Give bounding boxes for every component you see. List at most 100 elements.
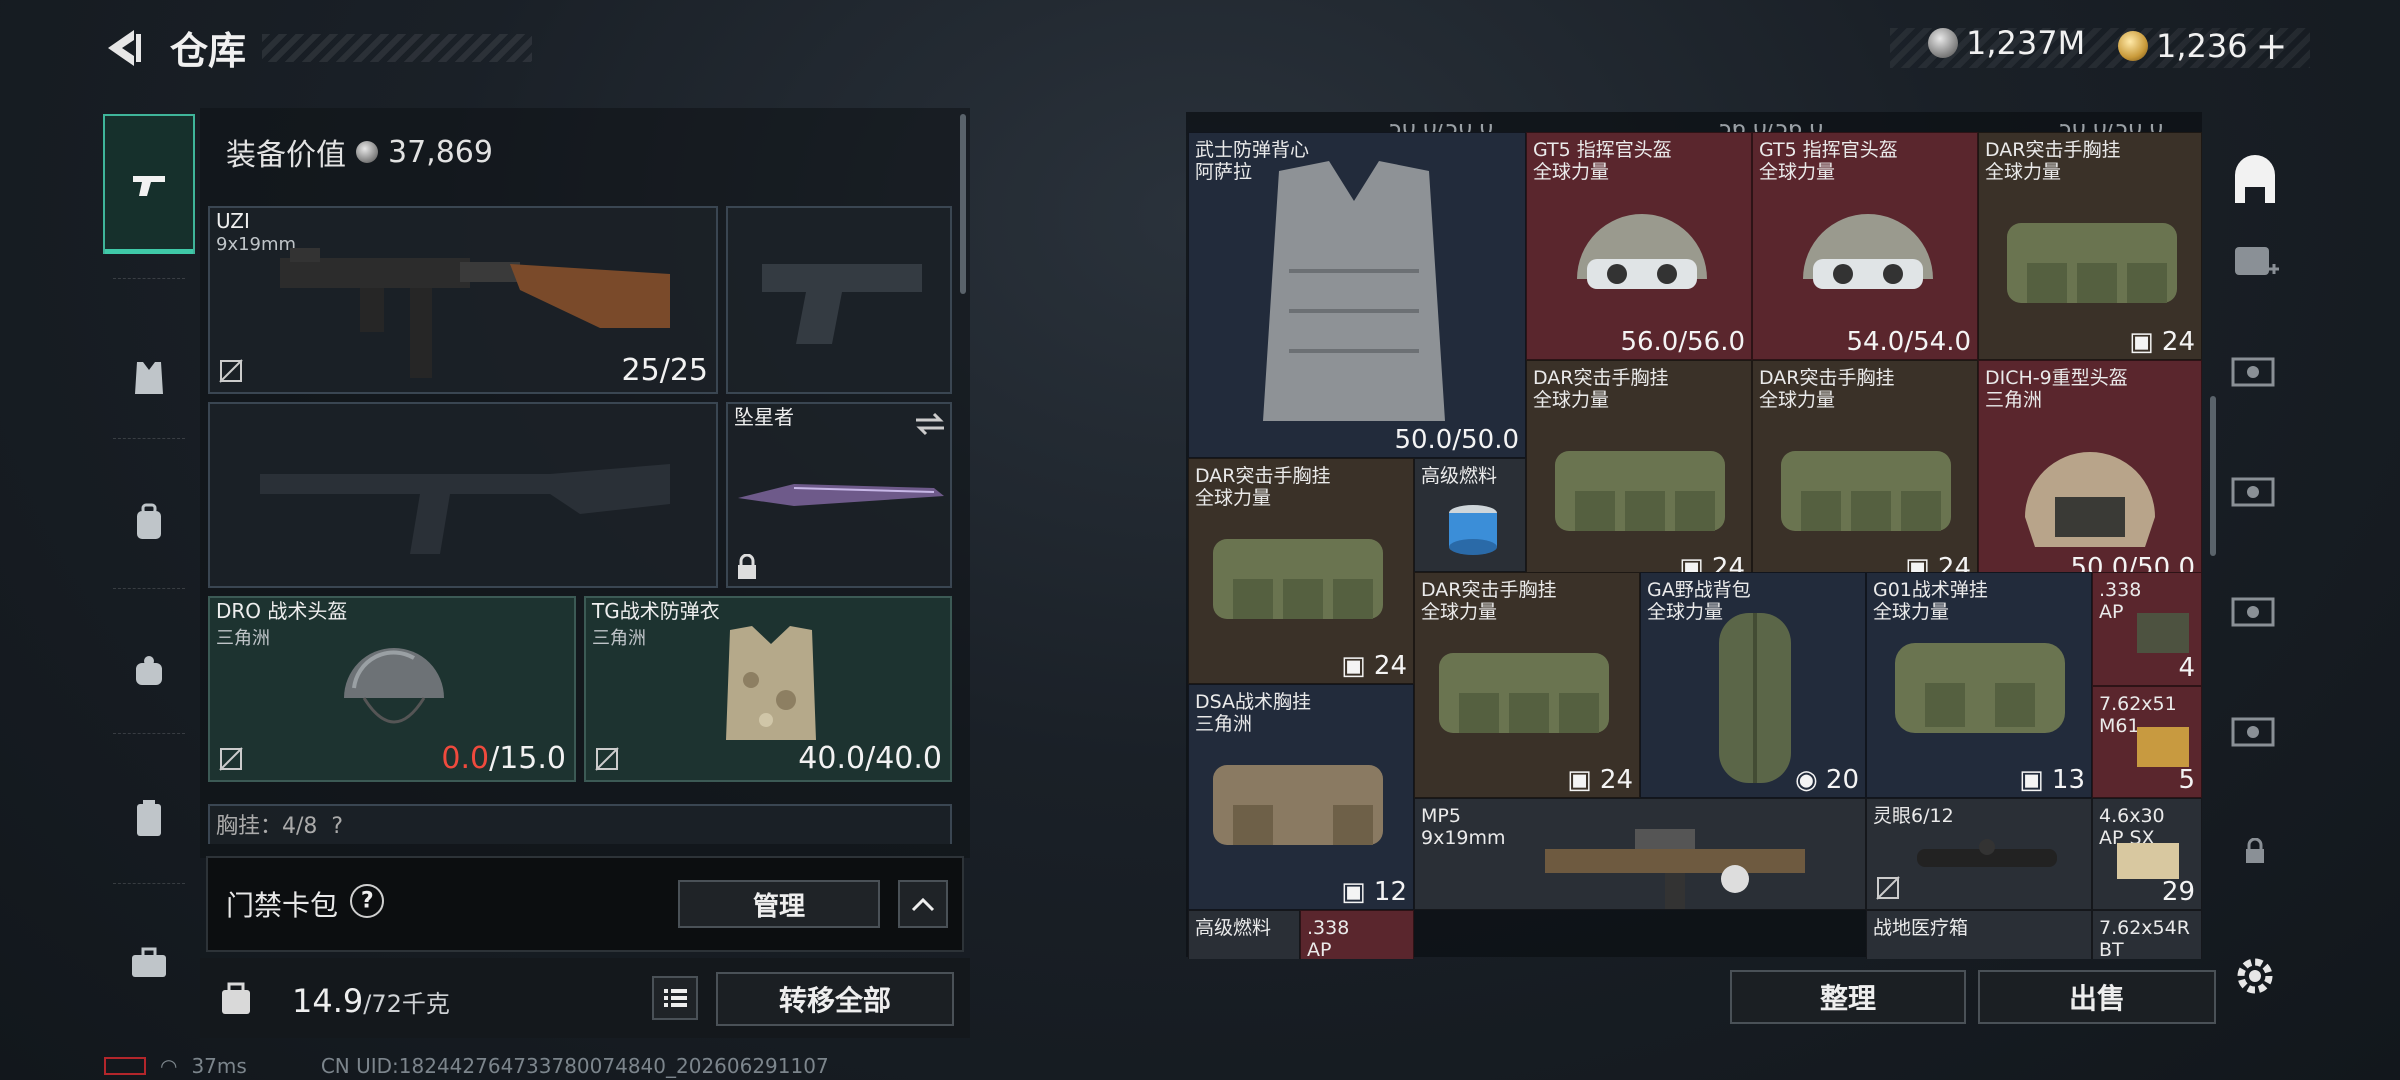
item-capacity: ▣ 13 bbox=[2019, 765, 2085, 795]
mp5-image bbox=[1545, 829, 1805, 909]
storage-tab-iv[interactable] bbox=[2210, 456, 2300, 526]
storage-item-fuel[interactable]: 高级燃料 bbox=[1188, 910, 1300, 959]
weight-capacity: /72千克 bbox=[363, 990, 450, 1018]
chest-rig-label: 胸挂：4/8 ? bbox=[216, 814, 344, 839]
silver-currency[interactable]: 1,237M bbox=[1928, 24, 2085, 62]
list-icon bbox=[664, 989, 687, 1007]
gold-currency[interactable]: 1,236 + bbox=[2118, 24, 2287, 68]
storage-tab-iv[interactable] bbox=[2210, 696, 2300, 766]
list-view-button[interactable] bbox=[652, 976, 698, 1020]
storage-item-chest-rig[interactable]: DSA战术胸挂 三角洲 ▣ 12 bbox=[1188, 684, 1414, 910]
chest-rig-image bbox=[1213, 539, 1383, 619]
primary-weapon-slot[interactable]: UZI 9x19mm 25/25 bbox=[208, 206, 718, 394]
silver-coin-icon bbox=[1928, 28, 1958, 58]
ammo-box-image bbox=[2137, 727, 2189, 767]
storage-tab-add[interactable] bbox=[2210, 226, 2300, 296]
storage-tab-main[interactable] bbox=[2210, 146, 2300, 216]
vest-icon bbox=[135, 362, 163, 394]
back-button[interactable] bbox=[98, 24, 146, 72]
storage-item-chest-rig[interactable]: DAR突击手胸挂 全球力量 ▣ 24 bbox=[1188, 458, 1414, 684]
helmet-slot[interactable]: DRO 战术头盔 三角洲 0.0/15.0 bbox=[208, 596, 576, 782]
expand-v-icon bbox=[2231, 357, 2275, 387]
loadout-scrollbar[interactable] bbox=[960, 114, 966, 294]
sort-button[interactable]: 整理 bbox=[1730, 970, 1966, 1024]
slot-item-faction: 三角洲 bbox=[216, 628, 270, 649]
scope-image bbox=[1917, 839, 2057, 867]
keycard-label: 门禁卡包 bbox=[226, 889, 339, 922]
item-capacity: ▣ 24 bbox=[1341, 651, 1407, 681]
storage-item-fuel[interactable]: 高级燃料 bbox=[1414, 458, 1526, 572]
storage-item-ammo[interactable]: 7.62x54R BT bbox=[2092, 910, 2202, 959]
back-arrow-icon bbox=[108, 30, 141, 66]
item-name: 7.62x54R BT bbox=[2099, 917, 2190, 959]
sell-button[interactable]: 出售 bbox=[1978, 970, 2216, 1024]
storage-item-helmet[interactable]: GT5 指挥官头盔 全球力量 54.0/54.0 bbox=[1752, 132, 1978, 360]
nav-tools[interactable] bbox=[103, 898, 195, 1028]
secondary-weapon-slot[interactable] bbox=[726, 206, 952, 394]
storage-tab-locked[interactable] bbox=[2210, 826, 2300, 876]
user-uid: CN UID:18244276473378007484​0_2026062911… bbox=[320, 1054, 829, 1078]
carry-weight: 14.9/72千克 bbox=[292, 982, 450, 1020]
item-capacity: ◉ 20 bbox=[1794, 765, 1859, 795]
capacity-value: 13 bbox=[2051, 765, 2085, 795]
add-currency-button[interactable]: + bbox=[2256, 24, 2288, 68]
storage-tab-v[interactable] bbox=[2210, 336, 2300, 406]
add-storage-icon bbox=[2235, 247, 2279, 275]
storage-item-medkit[interactable]: 战地医疗箱 bbox=[1866, 910, 2092, 959]
helmet-image bbox=[1577, 214, 1707, 289]
gold-coin-icon bbox=[2118, 31, 2148, 61]
storage-item-chest-rig[interactable]: DAR突击手胸挂 全球力量 ▣ 24 bbox=[1978, 132, 2202, 360]
item-name: DSA战术胸挂 三角洲 bbox=[1195, 691, 1312, 735]
chest-rig-image bbox=[1895, 643, 2065, 733]
nav-pouches[interactable] bbox=[103, 606, 195, 736]
storage-tab-iv[interactable] bbox=[2210, 576, 2300, 646]
chest-rig-section[interactable]: 胸挂：4/8 ? bbox=[208, 804, 952, 844]
nav-vests[interactable] bbox=[103, 313, 195, 443]
melee-slot[interactable]: 坠星者 bbox=[726, 402, 952, 588]
expand-button[interactable] bbox=[898, 880, 948, 928]
storage-item-chest-rig[interactable]: DAR突击手胸挂 全球力量 ▣ 24 bbox=[1752, 360, 1978, 586]
left-category-nav bbox=[103, 108, 195, 1006]
storage-item-ammo[interactable]: .338 AP 4 bbox=[2092, 572, 2202, 686]
storage-item-chest-rig[interactable]: DAR突击手胸挂 全球力量 ▣ 24 bbox=[1414, 572, 1640, 798]
armor-slot[interactable]: TG战术防弹衣 三角洲 40.0/40.0 bbox=[584, 596, 952, 782]
not-insured-icon bbox=[1876, 876, 1900, 900]
uzi-image bbox=[280, 248, 670, 378]
storage-tabs-rail bbox=[2210, 116, 2300, 1016]
storage-item-scope[interactable]: 灵眼6/12 bbox=[1866, 798, 2092, 910]
storage-item-ammo[interactable]: .338 AP bbox=[1300, 910, 1414, 959]
weight-current: 14.9 bbox=[292, 982, 364, 1020]
storage-item-heavy-helmet[interactable]: DICH-9重型头盔 三角洲 50.0/50.0 bbox=[1978, 360, 2202, 586]
storage-item-chest-rig[interactable]: DAR突击手胸挂 全球力量 ▣ 24 bbox=[1526, 360, 1752, 586]
lock-icon bbox=[738, 554, 756, 579]
swap-icon[interactable] bbox=[914, 412, 946, 436]
nav-cases[interactable] bbox=[103, 753, 195, 883]
rifle-slot[interactable] bbox=[208, 402, 718, 588]
storage-item-smg[interactable]: MP5 9x19mm bbox=[1414, 798, 1866, 910]
nav-backpacks[interactable] bbox=[103, 458, 195, 588]
pouch-icon bbox=[136, 656, 162, 685]
armor-vest-image bbox=[726, 626, 816, 740]
chest-rig-image bbox=[1781, 451, 1951, 531]
nav-weapons[interactable] bbox=[103, 114, 195, 254]
manage-button[interactable]: 管理 bbox=[678, 880, 880, 928]
settings-button[interactable] bbox=[2210, 946, 2300, 1006]
storage-item-ammo[interactable]: 7.62x51 M61 5 bbox=[2092, 686, 2202, 798]
helmet-durability: 0.0/15.0 bbox=[441, 741, 566, 776]
storage-item-chest-rig[interactable]: G01战术弹挂 全球力量 ▣ 13 bbox=[1866, 572, 2092, 798]
storage-item-backpack[interactable]: GA野战背包 全球力量 ◉ 20 bbox=[1640, 572, 1866, 798]
item-name: 高级燃料 bbox=[1421, 465, 1498, 487]
expand-iv-icon bbox=[2231, 597, 2275, 627]
storage-item-armor-vest[interactable]: 武士防弹背心 阿萨拉 50.0/50.0 bbox=[1188, 132, 1526, 458]
item-name: DAR突击手胸挂 全球力量 bbox=[1533, 367, 1669, 411]
storage-item-ammo[interactable]: 4.6x30 AP SX 29 bbox=[2092, 798, 2202, 910]
storage-item-helmet[interactable]: GT5 指挥官头盔 全球力量 56.0/56.0 bbox=[1526, 132, 1752, 360]
equip-value: 装备价值 37,869 bbox=[226, 130, 493, 174]
page-title: 仓库 bbox=[170, 29, 247, 73]
transfer-all-button[interactable]: 转移全部 bbox=[716, 972, 954, 1026]
item-name: 战地医疗箱 bbox=[1873, 917, 1969, 939]
silver-amount: 1,237M bbox=[1966, 24, 2086, 62]
slot-item-name: 坠星者 bbox=[734, 405, 794, 429]
expand-iv-icon bbox=[2231, 717, 2275, 747]
item-name: G01战术弹挂 全球力量 bbox=[1873, 579, 1988, 623]
